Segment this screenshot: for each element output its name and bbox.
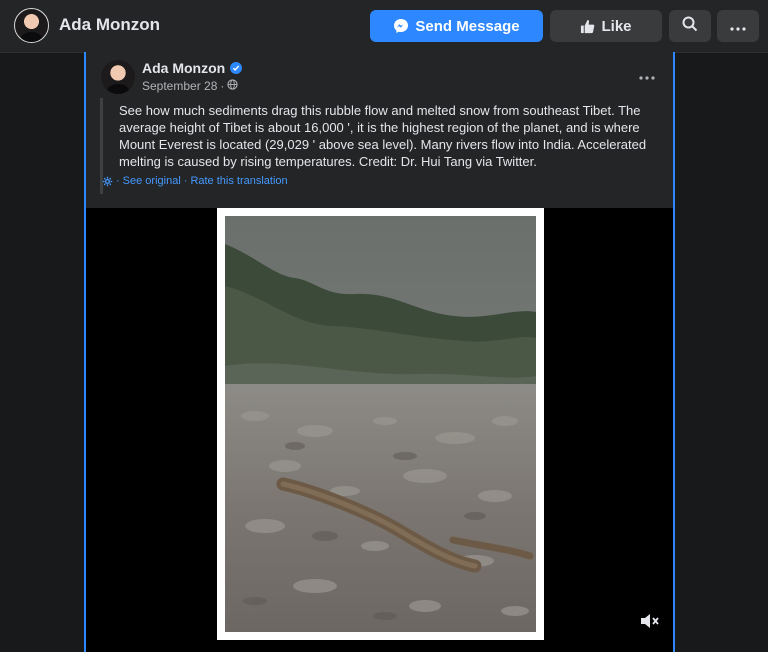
post-date[interactable]: September 28 xyxy=(142,79,217,93)
like-button[interactable]: Like xyxy=(550,10,662,42)
meta-separator: · xyxy=(220,79,225,93)
post-author-avatar[interactable] xyxy=(101,60,135,94)
post-options-button[interactable] xyxy=(639,64,655,85)
thumbs-up-icon xyxy=(580,19,595,34)
mute-button[interactable] xyxy=(640,612,660,635)
messenger-icon xyxy=(393,18,409,34)
more-icon xyxy=(639,64,655,84)
search-icon xyxy=(682,16,698,36)
post-author-name[interactable]: Ada Monzon xyxy=(142,60,225,76)
link-separator: · xyxy=(116,175,120,187)
verified-badge-icon xyxy=(230,62,243,74)
search-button[interactable] xyxy=(669,10,711,42)
translation-links: · See original · Rate this translation xyxy=(102,175,288,187)
like-label: Like xyxy=(601,17,632,35)
send-message-label: Send Message xyxy=(415,17,520,35)
post-text: See how much sediments drag this rubble … xyxy=(119,103,647,169)
video-player[interactable] xyxy=(86,208,673,652)
post-author[interactable]: Ada Monzon xyxy=(142,60,243,76)
page-name[interactable]: Ada Monzon xyxy=(59,15,160,35)
send-message-button[interactable]: Send Message xyxy=(370,10,543,42)
more-options-button[interactable] xyxy=(717,10,759,42)
page-avatar[interactable] xyxy=(14,8,49,43)
globe-icon xyxy=(227,79,239,93)
post-card: Ada Monzon September 28 · See how much s… xyxy=(84,52,675,652)
post-meta: September 28 · xyxy=(142,79,239,93)
gear-icon xyxy=(102,176,113,187)
rate-translation-link[interactable]: Rate this translation xyxy=(190,175,287,187)
debris-flow-video[interactable] xyxy=(225,216,536,632)
see-original-link[interactable]: See original xyxy=(123,175,181,187)
more-icon xyxy=(730,18,746,35)
mute-icon xyxy=(640,614,660,634)
video-frame xyxy=(217,208,544,640)
link-separator: · xyxy=(183,175,188,187)
page-header-bar: Ada Monzon Send Message Like xyxy=(0,0,768,53)
